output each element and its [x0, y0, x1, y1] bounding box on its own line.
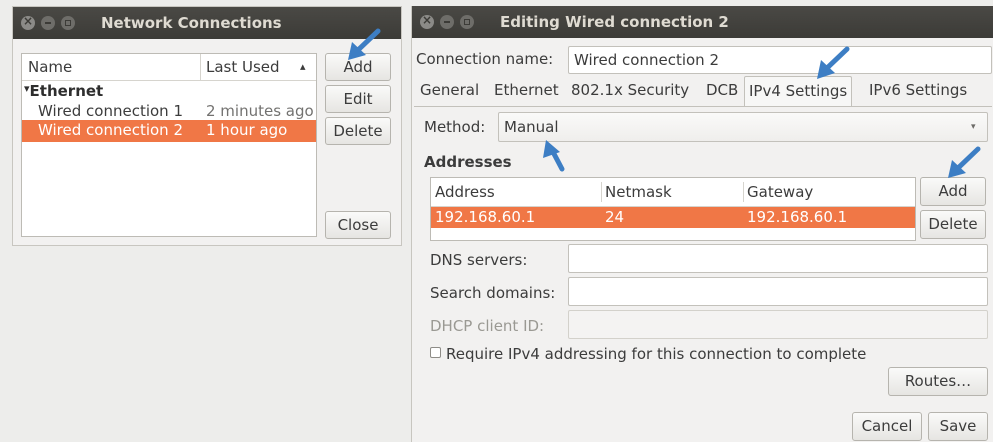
tab-ipv6-settings[interactable]: IPv6 Settings	[865, 76, 971, 106]
routes-button[interactable]: Routes…	[888, 367, 988, 396]
tab-8021x-security[interactable]: 802.1x Security	[567, 76, 693, 106]
maximize-window-icon[interactable]	[460, 15, 474, 29]
annotation-arrow-ipv4-tab	[817, 46, 850, 79]
header-divider	[22, 80, 316, 81]
network-window-title: Network Connections	[101, 14, 282, 32]
column-divider	[601, 182, 602, 202]
editing-titlebar: × Editing Wired connection 2	[412, 6, 993, 38]
minimize-window-icon[interactable]	[440, 15, 454, 29]
address-cell[interactable]: 192.168.60.1	[435, 208, 535, 226]
maximize-window-icon[interactable]	[61, 16, 75, 30]
tab-dcb[interactable]: DCB	[702, 76, 742, 106]
expander-icon[interactable]: ▾	[24, 82, 30, 95]
annotation-arrow-method	[543, 140, 565, 172]
method-dropdown[interactable]: Manual ▾	[498, 112, 988, 142]
column-header-address[interactable]: Address	[435, 183, 495, 201]
network-titlebar: × Network Connections	[13, 7, 401, 39]
minimize-window-icon[interactable]	[41, 16, 55, 30]
sort-ascending-icon: ▴	[300, 60, 306, 73]
edit-connection-button[interactable]: Edit	[325, 85, 391, 113]
require-ipv4-label: Require IPv4 addressing for this connect…	[446, 345, 867, 363]
dns-servers-input[interactable]	[568, 244, 988, 273]
addresses-heading: Addresses	[424, 153, 512, 171]
column-header-netmask[interactable]: Netmask	[605, 183, 672, 201]
search-domains-label: Search domains:	[430, 284, 556, 302]
column-header-last-used[interactable]: Last Used	[206, 58, 280, 76]
annotation-arrow-add-connection	[348, 28, 381, 60]
connection-name-value: Wired connection 2	[574, 51, 719, 69]
column-divider	[743, 182, 744, 202]
last-used: 2 minutes ago	[206, 102, 314, 120]
connection-name: Wired connection 1	[38, 102, 183, 120]
delete-address-button[interactable]: Delete	[920, 210, 986, 239]
column-header-gateway[interactable]: Gateway	[747, 183, 813, 201]
dhcp-client-id-input	[568, 310, 988, 339]
close-window-icon[interactable]: ×	[21, 14, 35, 30]
last-used: 1 hour ago	[206, 121, 288, 139]
add-address-button[interactable]: Add	[920, 177, 986, 206]
column-divider	[200, 54, 201, 80]
annotation-arrow-add-address	[948, 146, 981, 178]
chevron-down-icon: ▾	[971, 122, 976, 132]
tab-divider	[414, 106, 992, 107]
save-button[interactable]: Save	[928, 412, 988, 441]
connection-name: Wired connection 2	[38, 121, 183, 139]
editing-window-title: Editing Wired connection 2	[500, 13, 729, 31]
tab-general[interactable]: General	[416, 76, 483, 106]
list-item-selected[interactable]: Wired connection 2 1 hour ago	[22, 120, 316, 142]
list-item[interactable]: Wired connection 1	[38, 102, 183, 120]
delete-connection-button[interactable]: Delete	[325, 117, 391, 145]
tab-ethernet[interactable]: Ethernet	[490, 76, 563, 106]
tab-bar: General Ethernet 802.1x Security DCB IPv…	[414, 76, 992, 106]
gateway-cell[interactable]: 192.168.60.1	[747, 208, 847, 226]
dns-servers-label: DNS servers:	[430, 251, 528, 269]
netmask-cell[interactable]: 24	[605, 208, 624, 226]
dhcp-client-id-label: DHCP client ID:	[430, 317, 545, 335]
method-label: Method:	[424, 118, 486, 136]
search-domains-input[interactable]	[568, 277, 988, 306]
close-button[interactable]: Close	[325, 211, 391, 239]
table-row[interactable]: 192.168.60.1 24 192.168.60.1	[431, 207, 915, 228]
connection-name-label: Connection name:	[416, 50, 554, 68]
cancel-button[interactable]: Cancel	[852, 412, 922, 441]
editing-connection-window: × Editing Wired connection 2 Connection …	[411, 6, 993, 442]
connection-name-input[interactable]: Wired connection 2	[568, 46, 992, 74]
column-header-name[interactable]: Name	[28, 58, 72, 76]
checkbox-icon[interactable]	[430, 347, 441, 358]
network-connections-window: × Network Connections Name Last Used ▴ ▾…	[12, 6, 402, 246]
connection-list[interactable]: Name Last Used ▴ ▾Ethernet Wired connect…	[21, 53, 317, 237]
method-value: Manual	[504, 118, 559, 136]
addresses-table[interactable]: Address Netmask Gateway 192.168.60.1 24 …	[430, 177, 916, 241]
group-ethernet[interactable]: ▾Ethernet	[24, 82, 103, 100]
require-ipv4-checkbox[interactable]: Require IPv4 addressing for this connect…	[430, 345, 866, 363]
close-window-icon[interactable]: ×	[420, 13, 434, 29]
group-label: Ethernet	[29, 82, 104, 100]
